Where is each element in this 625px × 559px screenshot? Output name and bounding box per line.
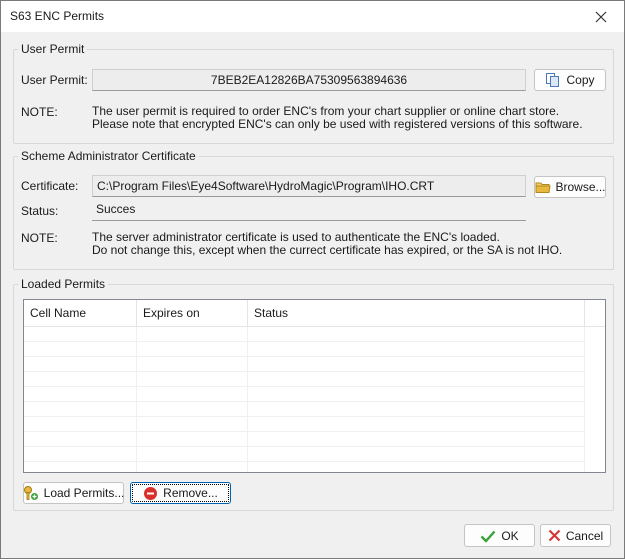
certificate-note-label: NOTE: [21, 231, 58, 245]
column-header-status[interactable]: Status [248, 300, 585, 327]
ok-button-label: OK [501, 528, 519, 543]
empty-row [24, 387, 585, 402]
dialog-window: S63 ENC Permits User Permit User Permit:… [0, 0, 625, 559]
remove-icon [143, 486, 158, 501]
permits-list[interactable]: Cell Name Expires on Status [23, 299, 606, 473]
user-permit-label: User Permit: [21, 73, 88, 87]
remove-button[interactable]: Remove... [130, 482, 231, 504]
close-button[interactable] [578, 1, 624, 32]
key-add-icon [23, 485, 39, 501]
empty-row [24, 372, 585, 387]
status-label: Status: [21, 204, 59, 218]
browse-button-label: Browse... [555, 180, 606, 194]
empty-row [24, 357, 585, 372]
user-permit-note-label: NOTE: [21, 105, 58, 119]
copy-icon [545, 72, 561, 88]
cancel-button-label: Cancel [565, 528, 604, 543]
user-permit-field[interactable]: 7BEB2EA12826BA75309563894636 [92, 69, 526, 91]
remove-button-label: Remove... [163, 486, 218, 500]
empty-row [24, 447, 585, 462]
user-permit-group-title: User Permit [18, 42, 88, 56]
column-header-expires-on[interactable]: Expires on [137, 300, 248, 327]
cancel-button[interactable]: Cancel [540, 524, 611, 547]
empty-row [24, 342, 585, 357]
certificate-label: Certificate: [21, 179, 79, 193]
load-permits-button[interactable]: Load Permits... [23, 482, 124, 504]
copy-button-label: Copy [566, 73, 595, 87]
browse-button[interactable]: Browse... [534, 176, 606, 198]
empty-row [24, 432, 585, 447]
permits-list-header: Cell Name Expires on Status [24, 300, 605, 327]
certificate-note-line2: Do not change this, except when the curr… [92, 243, 563, 257]
column-header-cell-name[interactable]: Cell Name [24, 300, 137, 327]
user-permit-note-line2: Please note that encrypted ENC's can onl… [92, 117, 583, 131]
status-field: Succes [92, 199, 526, 221]
load-permits-button-label: Load Permits... [43, 486, 125, 500]
empty-row [24, 402, 585, 417]
folder-icon [535, 180, 551, 194]
loaded-permits-group-title: Loaded Permits [18, 277, 109, 291]
certificate-group-title: Scheme Administrator Certificate [18, 149, 199, 163]
certificate-path-field[interactable]: C:\Program Files\Eye4Software\HydroMagic… [92, 175, 526, 197]
empty-row [24, 417, 585, 432]
checkmark-icon [480, 529, 496, 543]
empty-row [24, 327, 585, 342]
window-title: S63 ENC Permits [10, 9, 105, 23]
close-icon [595, 11, 607, 22]
title-bar: S63 ENC Permits [1, 1, 624, 32]
x-icon [548, 529, 561, 542]
ok-button[interactable]: OK [464, 524, 535, 547]
copy-button[interactable]: Copy [534, 69, 606, 91]
